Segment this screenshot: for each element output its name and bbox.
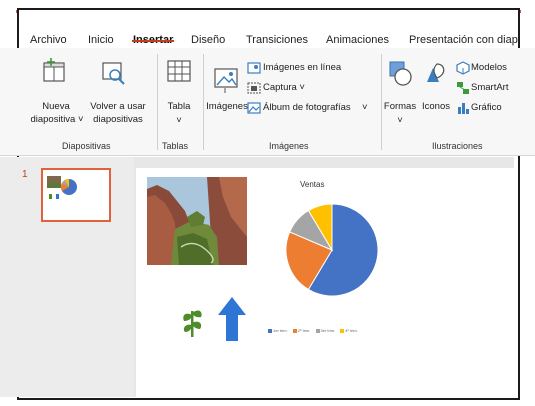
tab-animaciones[interactable]: Animaciones — [326, 34, 389, 46]
chart-icon[interactable] — [456, 101, 470, 120]
icons-label[interactable]: Iconos — [418, 100, 454, 113]
legend-label: 1er trim. — [273, 328, 288, 333]
up-arrow-icon[interactable] — [218, 297, 246, 348]
3d-models-label[interactable]: Modelos — [471, 62, 507, 73]
3d-models-icon[interactable] — [456, 61, 470, 80]
images-label[interactable]: Imágenes — [203, 100, 251, 113]
smartart-label[interactable]: SmartArt — [471, 82, 508, 93]
smartart-icon[interactable] — [456, 81, 470, 100]
images-icon[interactable] — [213, 66, 241, 99]
group-label-diapositivas: Diapositivas — [62, 141, 111, 151]
active-tab-indicator — [132, 40, 174, 42]
tab-transiciones[interactable]: Transiciones — [246, 34, 308, 46]
legend-label: 4º trim. — [345, 328, 358, 333]
group-label-tablas: Tablas — [162, 141, 189, 151]
table-icon[interactable] — [167, 60, 191, 89]
legend-swatch — [292, 328, 297, 333]
reuse-slides-label-1[interactable]: Volver a usar — [88, 100, 148, 113]
legend-swatch — [268, 328, 272, 333]
new-slide-icon[interactable] — [42, 58, 68, 89]
table-label[interactable]: Tabla — [160, 100, 198, 113]
tab-diseno[interactable]: Diseño — [191, 34, 225, 46]
legend-swatch — [315, 328, 320, 333]
shapes-icon[interactable] — [388, 60, 414, 93]
photo-album-label[interactable]: Álbum de fotografías — [263, 102, 351, 113]
legend-item: 4º trim. — [340, 328, 358, 333]
screenshot-icon[interactable] — [247, 81, 261, 100]
online-images-label[interactable]: Imágenes en línea — [263, 62, 341, 73]
slide-thumbnail[interactable] — [41, 168, 111, 222]
screenshot-label[interactable]: Captura ˅ — [263, 82, 305, 93]
legend-label: 2º trim. — [297, 328, 311, 333]
icons-icon[interactable] — [423, 60, 449, 93]
new-slide-label-1[interactable]: Nueva — [36, 100, 76, 113]
pie-chart[interactable] — [280, 198, 384, 302]
chart-title: Ventas — [300, 180, 325, 189]
slide-number: 1 — [22, 169, 28, 180]
table-dropdown-arrow[interactable]: ˅ — [160, 114, 198, 127]
chart-label[interactable]: Gráfico — [471, 102, 502, 113]
online-images-icon[interactable] — [247, 61, 261, 80]
legend-item: 2º trim. — [292, 328, 311, 333]
legend-item: 3er trim. — [315, 328, 336, 333]
legend-label: 3er trim. — [320, 328, 336, 333]
group-label-ilustraciones: Ilustraciones — [432, 141, 483, 151]
plant-icon[interactable] — [180, 303, 204, 344]
landscape-photo[interactable] — [147, 177, 247, 265]
tab-inicio[interactable]: Inicio — [88, 34, 114, 46]
tab-presentacion[interactable]: Presentación con diap — [409, 34, 518, 46]
shapes-dropdown-arrow[interactable]: ˅ — [381, 114, 419, 127]
chart-legend: 1er trim. 2º trim. 3er trim. 4º trim. — [268, 328, 362, 333]
ribbon-separator — [157, 54, 158, 150]
reuse-slides-icon[interactable] — [100, 60, 128, 91]
shapes-label[interactable]: Formas — [381, 100, 419, 113]
new-slide-label-2[interactable]: diapositiva ˅ — [24, 113, 90, 126]
tab-archivo[interactable]: Archivo — [30, 34, 67, 46]
legend-item: 1er trim. — [268, 328, 288, 333]
group-label-imagenes: Imágenes — [269, 141, 309, 151]
photo-album-icon[interactable] — [247, 101, 261, 120]
legend-swatch — [340, 328, 345, 333]
ribbon-panel: Nueva diapositiva ˅ Volver a usar diapos… — [0, 48, 535, 156]
reuse-slides-label-2[interactable]: diapositivas — [88, 113, 148, 126]
photo-album-dropdown-arrow[interactable]: ˅ — [362, 102, 368, 113]
